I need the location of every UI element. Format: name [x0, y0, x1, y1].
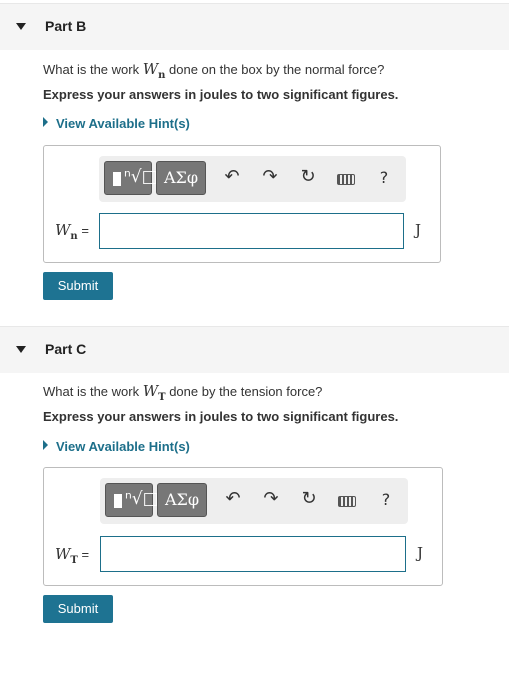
collapse-caret-icon[interactable]: [16, 23, 26, 30]
reset-icon[interactable]: ↻: [297, 488, 321, 514]
variable-symbol: WT: [142, 382, 166, 403]
radical-icon: ⁿ√□: [125, 489, 159, 509]
part-b-header[interactable]: Part B: [0, 3, 509, 50]
answer-box: ⁿ√□ ΑΣφ ↶ ↷ ↻ ? WT = J: [43, 467, 443, 586]
collapse-caret-icon[interactable]: [16, 346, 26, 353]
redo-icon[interactable]: ↷: [258, 166, 282, 192]
radical-icon: ⁿ√□: [124, 167, 158, 187]
keyboard-icon[interactable]: [338, 496, 356, 507]
answer-box: ⁿ√□ ΑΣφ ↶ ↷ ↻ ? Wn = J: [43, 145, 441, 263]
submit-button[interactable]: Submit: [43, 272, 113, 300]
templates-button[interactable]: ⁿ√□: [104, 161, 158, 195]
help-button[interactable]: ?: [378, 490, 394, 516]
question-text: What is the work WT done by the tension …: [43, 382, 323, 403]
keyboard-icon[interactable]: [337, 174, 355, 185]
submit-button[interactable]: Submit: [43, 595, 113, 623]
answer-label: WT =: [55, 545, 90, 566]
part-c-header[interactable]: Part C: [0, 326, 509, 373]
redo-icon[interactable]: ↷: [259, 488, 283, 514]
variable-symbol: Wn: [142, 60, 166, 81]
instruction-text: Express your answers in joules to two si…: [43, 87, 399, 102]
instruction-text: Express your answers in joules to two si…: [43, 409, 399, 424]
answer-input[interactable]: [100, 536, 406, 572]
unit-label: J: [415, 221, 422, 239]
reset-icon[interactable]: ↻: [296, 166, 320, 192]
math-toolbar: ⁿ√□ ΑΣφ ↶ ↷ ↻ ?: [99, 156, 406, 202]
template-block-icon: [114, 494, 122, 508]
undo-icon[interactable]: ↶: [220, 166, 244, 192]
unit-label: J: [417, 544, 424, 562]
template-block-icon: [113, 172, 121, 186]
expand-triangle-icon: [43, 440, 48, 450]
hint-link[interactable]: View Available Hint(s): [43, 439, 190, 454]
greek-symbols-button[interactable]: ΑΣφ: [157, 483, 207, 517]
greek-symbols-button[interactable]: ΑΣφ: [156, 161, 206, 195]
help-button[interactable]: ?: [376, 168, 392, 194]
answer-input[interactable]: [99, 213, 404, 249]
part-title: Part C: [45, 341, 87, 357]
question-text: What is the work Wn done on the box by t…: [43, 60, 385, 81]
templates-button[interactable]: ⁿ√□: [105, 483, 159, 517]
undo-icon[interactable]: ↶: [221, 488, 245, 514]
expand-triangle-icon: [43, 117, 48, 127]
hint-link[interactable]: View Available Hint(s): [43, 116, 190, 131]
part-title: Part B: [45, 18, 87, 34]
math-toolbar: ⁿ√□ ΑΣφ ↶ ↷ ↻ ?: [100, 478, 408, 524]
answer-label: Wn =: [55, 221, 89, 242]
